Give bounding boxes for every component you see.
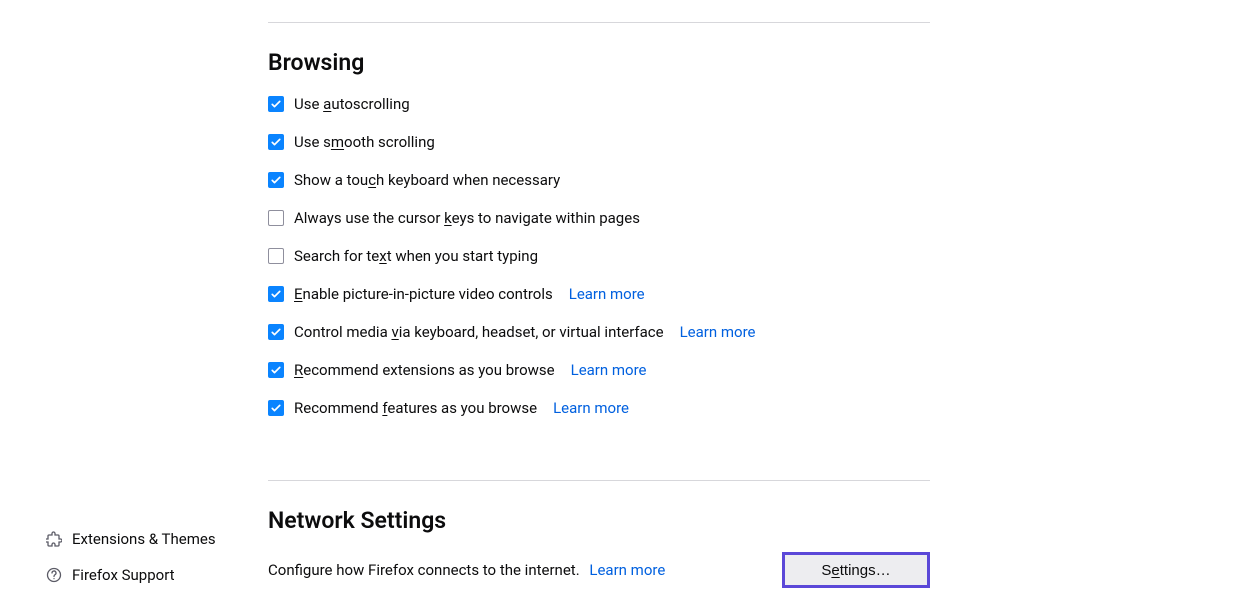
puzzle-icon [46,531,62,547]
option-label: Use smooth scrolling [294,132,435,152]
network-description: Configure how Firefox connects to the in… [268,561,580,579]
option-media-controls[interactable]: Control media via keyboard, headset, or … [268,322,930,342]
section-divider [268,22,930,23]
option-autoscrolling[interactable]: Use autoscrolling [268,94,930,114]
section-title-network: Network Settings [268,507,930,534]
sidebar-item-extensions[interactable]: Extensions & Themes [46,521,230,557]
option-label: Recommend features as you browse [294,398,537,418]
settings-content: Browsing Use autoscrolling Use smooth sc… [268,0,930,588]
option-pip-controls[interactable]: Enable picture-in-picture video controls… [268,284,930,304]
option-cursor-keys[interactable]: Always use the cursor keys to navigate w… [268,208,930,228]
option-recommend-features[interactable]: Recommend features as you browse Learn m… [268,398,930,418]
option-label: Show a touch keyboard when necessary [294,170,560,190]
question-circle-icon [46,567,62,583]
section-divider [268,480,930,481]
option-label: Use autoscrolling [294,94,410,114]
network-settings-button[interactable]: Settings… [782,552,930,588]
learn-more-link[interactable]: Learn more [571,360,647,380]
checkbox[interactable] [268,172,284,188]
learn-more-link[interactable]: Learn more [569,284,645,304]
sidebar-item-label: Extensions & Themes [72,530,216,548]
checkbox[interactable] [268,286,284,302]
learn-more-link[interactable]: Learn more [589,561,665,579]
sidebar-item-support[interactable]: Firefox Support [46,557,230,593]
option-label: Enable picture-in-picture video controls [294,284,553,304]
sidebar-footer: Extensions & Themes Firefox Support [0,521,230,593]
section-title-browsing: Browsing [268,49,930,76]
sidebar-item-label: Firefox Support [72,566,175,584]
option-label: Always use the cursor keys to navigate w… [294,208,640,228]
option-search-typing[interactable]: Search for text when you start typing [268,246,930,266]
checkbox[interactable] [268,362,284,378]
option-smooth-scrolling[interactable]: Use smooth scrolling [268,132,930,152]
option-recommend-extensions[interactable]: Recommend extensions as you browse Learn… [268,360,930,380]
checkbox[interactable] [268,248,284,264]
option-label: Search for text when you start typing [294,246,538,266]
option-touch-keyboard[interactable]: Show a touch keyboard when necessary [268,170,930,190]
checkbox[interactable] [268,210,284,226]
learn-more-link[interactable]: Learn more [680,322,756,342]
network-settings-row: Configure how Firefox connects to the in… [268,552,930,588]
checkbox[interactable] [268,400,284,416]
checkbox[interactable] [268,134,284,150]
network-description-wrap: Configure how Firefox connects to the in… [268,561,665,579]
checkbox[interactable] [268,324,284,340]
checkbox[interactable] [268,96,284,112]
option-label: Control media via keyboard, headset, or … [294,322,664,342]
learn-more-link[interactable]: Learn more [553,398,629,418]
option-label: Recommend extensions as you browse [294,360,555,380]
